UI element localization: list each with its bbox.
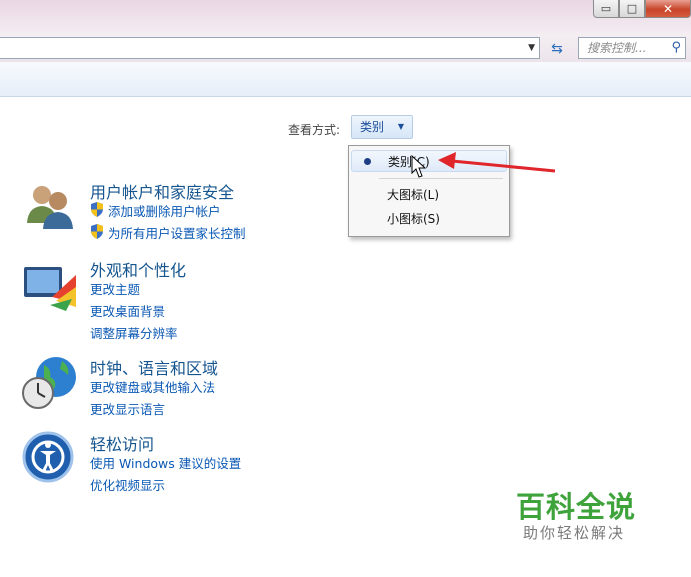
search-placeholder: 搜索控制...: [587, 41, 647, 55]
command-bar: [0, 62, 691, 97]
minimize-button[interactable]: ▭: [593, 0, 619, 18]
control-panel-window: ▭ □ ✕ ▼ ⇆ 搜索控制... ⚲ 查看方式: 类别 ▼ 用户帐户和家庭安全…: [0, 0, 691, 577]
close-button[interactable]: ✕: [645, 0, 691, 18]
maximize-button[interactable]: □: [619, 0, 645, 18]
address-dropdown-icon[interactable]: ▼: [528, 43, 535, 53]
address-row: ▼ ⇆ 搜索控制... ⚲: [0, 34, 691, 62]
watermark-title: 百科全说: [516, 490, 637, 524]
mouse-cursor-icon: [411, 155, 427, 178]
search-icon[interactable]: ⚲: [671, 38, 681, 58]
watermark-subtitle: 助你轻松解决: [523, 524, 626, 542]
title-bar: ▭ □ ✕: [0, 0, 691, 34]
refresh-icon[interactable]: ⇆: [544, 39, 570, 59]
window-controls: ▭ □ ✕: [593, 0, 691, 20]
address-bar[interactable]: ▼: [0, 37, 540, 59]
search-input[interactable]: 搜索控制... ⚲: [578, 37, 686, 59]
